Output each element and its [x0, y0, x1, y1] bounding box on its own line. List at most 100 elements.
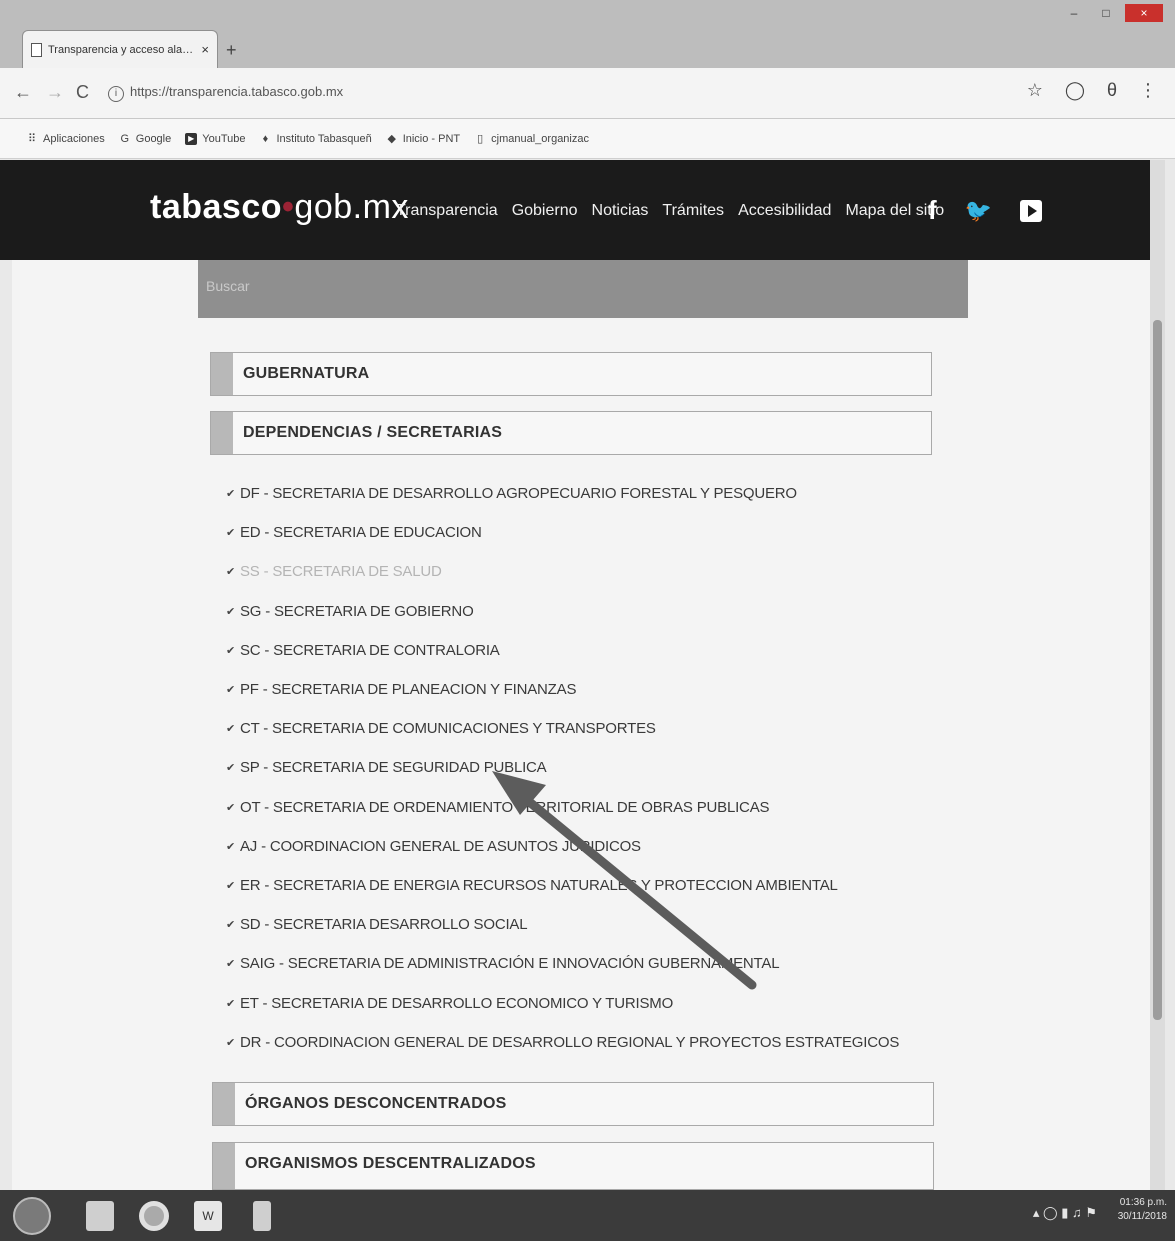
file-explorer-icon	[86, 1200, 114, 1231]
dependencia-link[interactable]: ✔ ET - SECRETARIA DE DESARROLLO ECONOMICO…	[226, 983, 899, 1022]
close-window-button[interactable]: ×	[1125, 4, 1163, 22]
section-dependencias[interactable]: DEPENDENCIAS / SECRETARIAS	[210, 411, 932, 455]
dependencia-label: SAIG - SECRETARIA DE ADMINISTRACIÓN E IN…	[240, 955, 780, 973]
new-tab-button[interactable]: +	[226, 40, 237, 61]
bookmark-label: Google	[135, 132, 172, 145]
bookmark-google[interactable]: G Google	[119, 133, 171, 145]
section-organos-desconcentrados[interactable]: ÓRGANOS DESCONCENTRADOS	[212, 1082, 934, 1126]
checkmark-icon: ✔	[226, 958, 236, 971]
start-button[interactable]	[10, 1194, 54, 1238]
search-input[interactable]: Buscar	[198, 260, 968, 318]
reload-icon[interactable]: C	[76, 82, 89, 103]
bookmarks-bar: ⠿ Aplicaciones G Google ▶ YouTube ♦ Institut…	[0, 119, 1175, 159]
logo-domain: gob.mx	[294, 188, 409, 226]
checkmark-icon: ✔	[226, 566, 236, 579]
os-taskbar: W ▴ ◯ ▮ ♫ ⚑ 01:36 p.m. 30/11/2018	[0, 1190, 1175, 1241]
site-logo[interactable]: tabasco•gob.mx	[150, 188, 409, 227]
dependencia-link[interactable]: ✔ SP - SECRETARIA DE SEGURIDAD PUBLICA	[226, 748, 899, 787]
nav-gobierno[interactable]: Gobierno	[512, 202, 578, 220]
logo-dot: •	[282, 188, 295, 226]
back-arrow-icon[interactable]: ←	[14, 82, 32, 103]
dependencia-label: CT - SECRETARIA DE COMUNICACIONES Y TRAN…	[240, 720, 656, 738]
bookmark-manual[interactable]: ▯ cjmanual_organizac	[474, 133, 589, 145]
nav-accesibilidad[interactable]: Accesibilidad	[738, 202, 831, 220]
document-icon: ▯	[477, 132, 484, 145]
dependencia-label: SD - SECRETARIA DESARROLLO SOCIAL	[240, 916, 528, 934]
clock-time[interactable]: 01:36 p.m.	[1118, 1196, 1167, 1210]
checkmark-icon: ✔	[226, 801, 236, 814]
section-gubernatura[interactable]: GUBERNATURA	[210, 352, 932, 396]
checkmark-icon: ✔	[226, 840, 236, 853]
taskbar-app[interactable]	[240, 1194, 284, 1238]
dependencia-label: DR - COORDINACION GENERAL DE DESARROLLO …	[240, 1033, 900, 1051]
google-icon: G	[120, 132, 130, 145]
pnt-icon: ◆	[387, 132, 396, 145]
menu-kebab-icon[interactable]: ⋮	[1139, 80, 1157, 101]
site-info-icon[interactable]: i	[108, 86, 124, 102]
scrollbar-thumb[interactable]	[1153, 320, 1162, 1020]
dependencia-label: OT - SECRETARIA DE ORDENAMIENTO TERRITOR…	[240, 798, 770, 816]
clock-date[interactable]: 30/11/2018	[1118, 1210, 1167, 1224]
close-tab-icon[interactable]: ×	[201, 42, 209, 57]
checkmark-icon: ✔	[226, 644, 236, 657]
checkmark-icon: ✔	[226, 919, 236, 932]
logo-brand: tabasco	[150, 188, 282, 226]
window-controls: – □ ×	[1061, 4, 1163, 22]
extension-icon[interactable]: ◯	[1065, 80, 1085, 101]
nav-transparencia[interactable]: Transparencia	[396, 202, 498, 220]
dependencia-link[interactable]: ✔ ED - SECRETARIA DE EDUCACION	[226, 513, 899, 552]
section-label: ORGANISMOS DESCENTRALIZADOS	[245, 1155, 536, 1172]
checkmark-icon: ✔	[226, 1036, 236, 1049]
bookmark-instituto[interactable]: ♦ Instituto Tabasqueñ	[259, 132, 372, 145]
section-organismos-descentralizados[interactable]: ORGANISMOS DESCENTRALIZADOS	[212, 1142, 934, 1190]
bookmark-apps[interactable]: ⠿ Aplicaciones	[26, 133, 105, 145]
app-icon	[253, 1200, 271, 1231]
dependencia-link[interactable]: ✔ AJ - COORDINACION GENERAL DE ASUNTOS JU…	[226, 827, 899, 866]
tab-title: Transparencia y acceso ala infor	[48, 43, 196, 56]
dependencia-label: SS - SECRETARIA DE SALUD	[240, 563, 442, 581]
dependencia-label: SP - SECRETARIA DE SEGURIDAD PUBLICA	[240, 759, 547, 777]
dependencia-link[interactable]: ✔ SG - SECRETARIA DE GOBIERNO	[226, 592, 899, 631]
profile-icon[interactable]: θ	[1107, 80, 1117, 101]
checkmark-icon: ✔	[226, 997, 236, 1010]
maximize-button[interactable]: □	[1093, 4, 1119, 22]
nav-tramites[interactable]: Trámites	[662, 202, 724, 220]
bookmark-youtube[interactable]: ▶ YouTube	[185, 132, 246, 145]
taskbar-explorer[interactable]	[78, 1194, 122, 1238]
dependencia-label: AJ - COORDINACION GENERAL DE ASUNTOS JUR…	[240, 837, 641, 855]
bookmark-star-icon[interactable]: ☆	[1027, 80, 1043, 101]
main-nav: Transparencia Gobierno Noticias Trámites…	[396, 202, 944, 220]
taskbar-word[interactable]: W	[186, 1194, 230, 1238]
dependencia-label: ET - SECRETARIA DE DESARROLLO ECONOMICO …	[240, 994, 674, 1012]
dependencia-link[interactable]: ✔ CT - SECRETARIA DE COMUNICACIONES Y TRA…	[226, 709, 899, 748]
browser-tab[interactable]: Transparencia y acceso ala infor ×	[22, 30, 218, 68]
dependencia-link[interactable]: ✔ DF - SECRETARIA DE DESARROLLO AGROPECUA…	[226, 474, 899, 513]
facebook-icon[interactable]: f	[928, 195, 937, 226]
nav-noticias[interactable]: Noticias	[592, 202, 649, 220]
youtube-icon[interactable]	[1020, 199, 1043, 222]
dependencia-link[interactable]: ✔ SAIG - SECRETARIA DE ADMINISTRACIÓN E I…	[226, 944, 899, 983]
page-scrollbar[interactable]	[1150, 160, 1165, 1190]
dependencia-link[interactable]: ✔ SC - SECRETARIA DE CONTRALORIA	[226, 631, 899, 670]
bookmark-label: Aplicaciones	[43, 132, 105, 145]
bookmark-pnt[interactable]: ◆ Inicio - PNT	[386, 133, 460, 145]
twitter-icon[interactable]: 🐦	[965, 198, 992, 224]
url-field[interactable]: i https://transparencia.tabasco.gob.mx	[108, 84, 343, 102]
taskbar-chrome[interactable]	[132, 1194, 176, 1238]
bookmark-label: YouTube	[202, 132, 246, 145]
section-label: DEPENDENCIAS / SECRETARIAS	[243, 424, 503, 441]
checkmark-icon: ✔	[226, 527, 236, 540]
dependencia-link[interactable]: ✔ PF - SECRETARIA DE PLANEACION Y FINANZA…	[226, 670, 899, 709]
tray-icons[interactable]: ▴ ◯ ▮ ♫ ⚑	[1033, 1206, 1097, 1220]
dependencia-link[interactable]: ✔ SS - SECRETARIA DE SALUD	[226, 552, 899, 591]
forward-arrow-icon[interactable]: →	[46, 82, 64, 103]
checkmark-icon: ✔	[226, 723, 236, 736]
bookmark-label: cjmanual_organizac	[491, 132, 589, 145]
bookmark-label: Instituto Tabasqueñ	[276, 132, 372, 145]
dependencia-link[interactable]: ✔ OT - SECRETARIA DE ORDENAMIENTO TERRITO…	[226, 788, 899, 827]
minimize-button[interactable]: –	[1061, 4, 1087, 22]
windows-start-icon	[13, 1196, 51, 1235]
dependencia-link[interactable]: ✔ ER - SECRETARIA DE ENERGIA RECURSOS NAT…	[226, 866, 899, 905]
dependencia-link[interactable]: ✔ SD - SECRETARIA DESARROLLO SOCIAL	[226, 905, 899, 944]
dependencia-link[interactable]: ✔ DR - COORDINACION GENERAL DE DESARROLLO…	[226, 1023, 899, 1062]
